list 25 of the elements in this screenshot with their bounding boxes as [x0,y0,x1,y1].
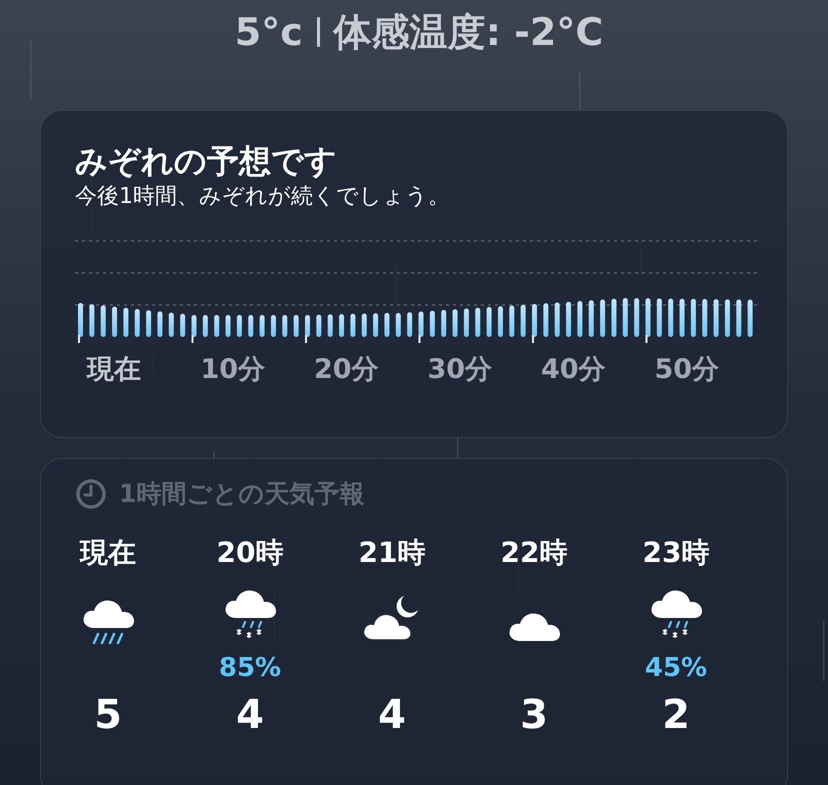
forecast-title: みぞれの予想です [75,141,338,181]
hour-label: 21時 [358,536,426,570]
cloud-icon [508,612,560,640]
hour-label: 20時 [216,536,284,570]
precipitation-chance: 45% [644,652,708,684]
clock-icon [75,478,107,510]
hour-temperature: 4 [378,692,406,738]
time-label: 40分 [540,353,607,387]
hour-temperature: 3 [520,692,548,738]
hour-label: 現在 [80,536,136,570]
hour-label: 22時 [500,536,568,570]
hour-temperature: 2 [662,692,690,738]
time-label: 50分 [654,353,720,387]
section-title: 1時間ごとの天気予報 [119,478,364,510]
current-temperature: 5°c [234,10,303,54]
time-label: 30分 [426,353,494,387]
forecast-summary: 今後1時間、みぞれが続くでしょう。 [75,183,451,211]
hour-temperature: 4 [236,692,264,738]
hour-temperature: 5 [94,692,122,738]
time-label: 10分 [200,353,266,387]
time-label: 20分 [313,353,380,387]
feels-like-temperature: 体感温度: -2°C [334,8,604,56]
precipitation-chance: 85% [218,652,282,684]
time-label: 現在 [85,353,142,387]
hour-label: 23時 [642,536,710,570]
